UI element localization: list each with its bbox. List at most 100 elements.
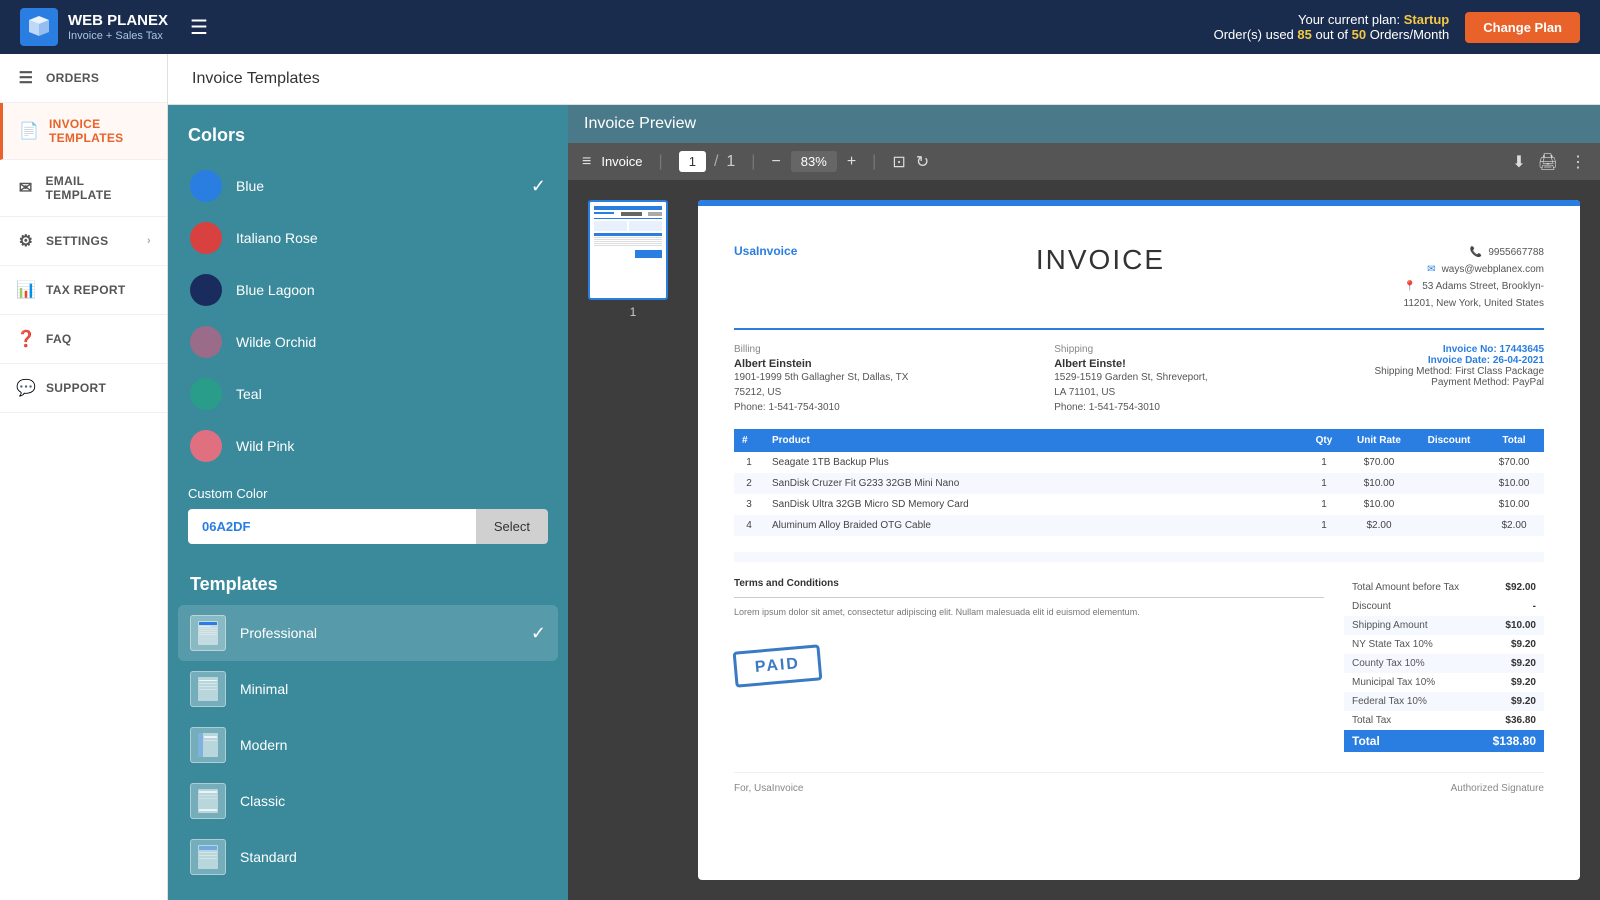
paid-stamp: PAID [733,644,823,687]
shipping-amount-label: Shipping Amount [1352,620,1428,631]
logo-icon [20,8,58,46]
page-title: Invoice Templates [192,70,320,87]
content-area: Invoice Templates Colors Blue ✓ Italian [168,54,1600,900]
color-item-wilde-orchid[interactable]: Wilde Orchid [178,316,558,368]
contact-phone-row: 📞 9955667788 [1404,244,1544,261]
thumbnail-content [590,202,666,298]
sidebar-item-tax-report[interactable]: 📊 TAX REPORT [0,266,167,315]
print-icon[interactable]: 🖨 [1538,152,1558,172]
discount-value: - [1533,601,1536,612]
sidebar-item-faq[interactable]: ❓ FAQ [0,315,167,364]
current-page-box[interactable]: 1 [679,151,706,172]
invoice-title: INVOICE [1036,244,1165,276]
email-icon: ✉ [1427,261,1435,278]
thumbnail-page-num: 1 [588,305,678,319]
invoice-footer: For, UsaInvoice Authorized Signature [734,772,1544,794]
template-item-professional[interactable]: Professional ✓ [178,605,558,661]
location-icon: 📍 [1404,278,1416,295]
row3-rate: $10.00 [1344,494,1414,515]
sidebar-item-settings[interactable]: ⚙ SETTINGS › [0,217,167,266]
footer-signature: Authorized Signature [1451,783,1544,794]
phone-icon: 📞 [1470,244,1482,261]
invoice-company-name: UsaInvoice [734,244,797,258]
preview-body: 1 UsaInvoice INVOICE 📞 995566 [568,180,1600,900]
zoom-out-icon[interactable]: − [771,153,780,171]
download-icon[interactable]: ⬇ [1512,152,1525,172]
invoice-date-label: Invoice Date: [1428,355,1490,366]
template-label-minimal: Minimal [240,681,288,697]
invoice-document: UsaInvoice INVOICE 📞 9955667788 ✉ ways@w… [698,200,1580,880]
zoom-in-icon[interactable]: + [847,153,856,171]
change-plan-button[interactable]: Change Plan [1465,12,1580,43]
separator: | [653,153,669,171]
fit-page-icon[interactable]: ⊡ [892,152,905,172]
shipping-addr1: 1529-1519 Garden St, Shreveport, [1054,370,1374,385]
shipping-label: Shipping [1054,344,1374,355]
table-row: 2 SanDisk Cruzer Fit G233 32GB Mini Nano… [734,473,1544,494]
total-row-before-tax: Total Amount before Tax $92.00 [1344,578,1544,597]
table-row: 1 Seagate 1TB Backup Plus 1 $70.00 $70.0… [734,452,1544,473]
payment-method-row: Payment Method: PayPal [1374,377,1544,388]
row4-qty: 1 [1304,515,1344,536]
sidebar-item-invoice-templates[interactable]: 📄 INVOICE TEMPLATES [0,103,167,160]
invoice-table: # Product Qty Unit Rate Discount Total [734,429,1544,562]
tax-report-icon: 📊 [16,280,36,300]
total-row-municipal: Municipal Tax 10% $9.20 [1344,673,1544,692]
shipping-amount-value: $10.00 [1505,620,1536,631]
total-before-tax-label: Total Amount before Tax [1352,582,1459,593]
invoice-no-label: Invoice No: [1443,344,1497,355]
content-body: Colors Blue ✓ Italiano Rose [168,105,1600,900]
contact-city-row: 11201, New York, United States [1404,295,1544,312]
thumbnail-panel: 1 [588,200,678,880]
sidebar-item-email-template[interactable]: ✉ EMAIL TEMPLATE [0,160,167,217]
zoom-level-box[interactable]: 83% [791,151,837,172]
invoice-bottom: Terms and Conditions Lorem ipsum dolor s… [734,578,1544,752]
shipping-phone: Phone: 1-541-754-3010 [1054,400,1374,415]
template-label-professional: Professional [240,625,317,641]
color-label-wilde-orchid: Wilde Orchid [236,334,316,350]
ny-state-label: NY State Tax 10% [1352,639,1433,650]
invoice-number-row: Invoice No: 17443645 [1374,344,1544,355]
invoice-divider [734,328,1544,330]
col-unit-rate: Unit Rate [1344,429,1414,452]
table-row-empty2 [734,552,1544,562]
total-row-discount: Discount - [1344,597,1544,616]
row4-rate: $2.00 [1344,515,1414,536]
preview-title: Invoice Preview [584,115,696,133]
sidebar-item-support[interactable]: 💬 SUPPORT [0,364,167,413]
checkmark-icon: ✓ [531,176,546,197]
color-swatch-blue-lagoon [190,274,222,306]
shipping-method-row: Shipping Method: First Class Package [1374,366,1544,377]
color-item-teal[interactable]: Teal [178,368,558,420]
sidebar-item-label: EMAIL TEMPLATE [45,174,151,202]
total-tax-value: $36.80 [1505,715,1536,726]
rotate-icon[interactable]: ↻ [916,152,929,172]
sidebar-item-label: INVOICE TEMPLATES [49,117,151,145]
color-item-wild-pink[interactable]: Wild Pink [178,420,558,472]
email-template-icon: ✉ [16,178,35,198]
color-item-blue-lagoon[interactable]: Blue Lagoon [178,264,558,316]
plan-info: Your current plan: Startup Order(s) used… [1214,12,1450,42]
template-item-standard[interactable]: Standard [178,829,558,885]
more-options-icon[interactable]: ⋮ [1570,152,1586,172]
custom-color-select-button[interactable]: Select [476,509,548,544]
billing-phone: Phone: 1-541-754-3010 [734,400,1054,415]
custom-color-input[interactable] [188,509,476,544]
menu-icon[interactable]: ≡ [582,153,591,171]
template-item-minimal[interactable]: Minimal [178,661,558,717]
invoice-date-value: 26-04-2021 [1493,355,1544,366]
color-label-italiano-rose: Italiano Rose [236,230,318,246]
row4-product: Aluminum Alloy Braided OTG Cable [764,515,1304,536]
logo-section: WEB PLANEX Invoice + Sales Tax ☰ [20,8,208,46]
template-item-classic[interactable]: Classic [178,773,558,829]
template-item-modern[interactable]: Modern [178,717,558,773]
total-row-federal: Federal Tax 10% $9.20 [1344,692,1544,711]
terms-divider [734,597,1324,598]
sidebar-item-orders[interactable]: ☰ ORDERS [0,54,167,103]
hamburger-icon[interactable]: ☰ [190,15,208,40]
color-item-blue[interactable]: Blue ✓ [178,160,558,212]
row1-qty: 1 [1304,452,1344,473]
thumbnail-item[interactable]: 1 [588,200,678,319]
color-item-italiano-rose[interactable]: Italiano Rose [178,212,558,264]
template-checkmark-icon: ✓ [531,623,546,644]
